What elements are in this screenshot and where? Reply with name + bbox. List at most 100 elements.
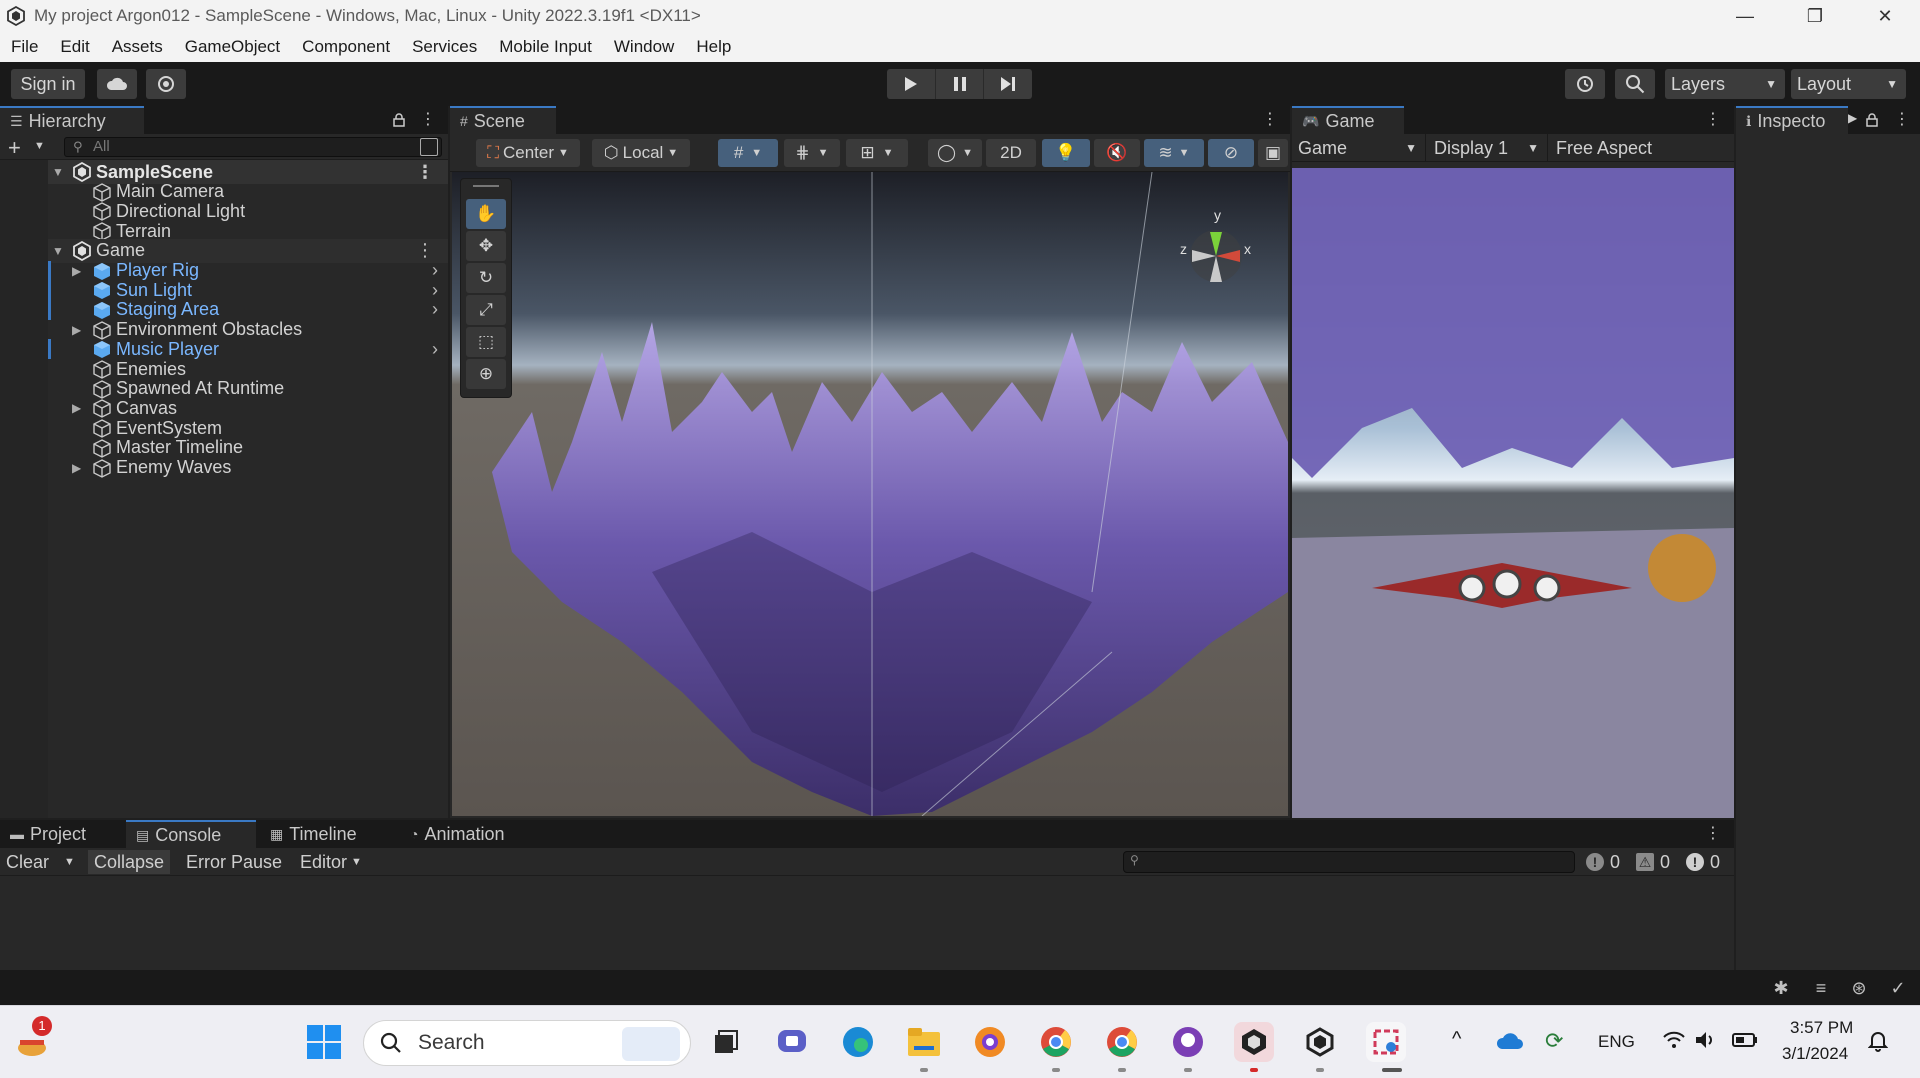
hierarchy-search-input[interactable]: ⚲ All (64, 137, 442, 157)
layout-dropdown[interactable]: Layout ▼ (1791, 69, 1906, 99)
pivot-center-dropdown[interactable]: ⛶ Center ▼ (476, 139, 580, 167)
github-desktop-icon[interactable] (1168, 1022, 1208, 1062)
maximize-button[interactable]: ❐ (1780, 0, 1850, 32)
menu-edit[interactable]: Edit (49, 37, 100, 57)
chevron-right-icon[interactable]: ▶ (72, 323, 84, 337)
tab-project[interactable]: ▬ Project (0, 820, 126, 848)
menu-services[interactable]: Services (401, 37, 488, 57)
clear-options-dropdown[interactable]: ▼ (58, 850, 82, 874)
menu-assets[interactable]: Assets (101, 37, 174, 57)
transform-tool-button[interactable]: ⊕ (466, 359, 506, 389)
undo-history-button[interactable] (1565, 69, 1605, 99)
editor-dropdown[interactable]: Editor ▼ (294, 850, 368, 874)
shading-mode-dropdown[interactable]: ◯ ▼ (928, 139, 982, 167)
display-dropdown[interactable]: Display 1 ▼ (1428, 134, 1548, 162)
unity-editor-taskbar-icon[interactable] (1234, 1022, 1274, 1062)
edge-browser-icon[interactable] (838, 1022, 878, 1062)
start-button[interactable] (304, 1022, 344, 1062)
kebab-menu-icon[interactable]: ⋮ (1705, 110, 1721, 130)
unity-hub-icon[interactable] (1300, 1022, 1340, 1062)
warning-count-toggle[interactable]: ⚠ 0 (1636, 850, 1670, 874)
show-hidden-icons-chevron-icon[interactable]: ^ (1452, 1028, 1461, 1051)
effects-toggle[interactable]: ≋ ▼ (1144, 139, 1204, 167)
chevron-right-icon[interactable]: ▶ (72, 264, 84, 278)
grid-plane-button[interactable]: ⊞ ▼ (846, 139, 908, 167)
collab-button[interactable] (146, 69, 186, 99)
debug-bug-icon[interactable]: ✱ (1770, 978, 1792, 1000)
scale-tool-button[interactable]: ⤢ (466, 295, 506, 325)
battery-icon[interactable] (1732, 1032, 1758, 1048)
chevron-down-icon[interactable]: ▼ (52, 244, 64, 258)
clear-button[interactable]: Clear (0, 850, 55, 874)
scene-viewport[interactable]: y x z ✋ ✥ ↻ ⤢ ⬚ ⊕ (452, 172, 1288, 816)
camera-settings-button[interactable]: ▣ (1258, 139, 1288, 167)
tab-animation[interactable]: ◔ Animation (400, 820, 550, 848)
lock-icon[interactable] (393, 113, 405, 127)
game-mode-dropdown[interactable]: Game ▼ (1292, 134, 1426, 162)
audio-toggle[interactable]: 🔇 (1094, 139, 1140, 167)
2d-toggle[interactable]: 2D (986, 139, 1036, 167)
menu-mobile-input[interactable]: Mobile Input (488, 37, 603, 57)
input-language[interactable]: ENG (1598, 1032, 1635, 1052)
error-pause-toggle[interactable]: Error Pause (180, 850, 288, 874)
aspect-dropdown[interactable]: Free Aspect (1550, 134, 1734, 162)
step-button[interactable] (984, 69, 1032, 99)
log-count-toggle[interactable]: ! 0 (1586, 850, 1620, 874)
rotate-tool-button[interactable]: ↻ (466, 263, 506, 293)
add-icon[interactable]: + (8, 135, 21, 161)
lock-icon[interactable] (1866, 113, 1878, 127)
menu-help[interactable]: Help (685, 37, 742, 57)
snap-increment-button[interactable]: ⋕ ▼ (784, 139, 840, 167)
progress-check-icon[interactable]: ✓ (1887, 978, 1909, 1000)
snipping-tool-icon[interactable] (1366, 1022, 1406, 1062)
console-search-input[interactable]: ⚲ (1123, 851, 1575, 873)
brave-browser-icon[interactable] (970, 1022, 1010, 1062)
chevron-down-icon[interactable]: ▼ (52, 165, 64, 179)
tab-hierarchy[interactable]: ☰ Hierarchy (0, 106, 144, 134)
tab-game[interactable]: 🎮 Game (1292, 106, 1404, 134)
volume-icon[interactable] (1694, 1030, 1716, 1050)
task-view-icon[interactable] (706, 1022, 746, 1062)
scene-visibility-icon[interactable] (420, 138, 438, 156)
error-count-toggle[interactable]: ! 0 (1686, 850, 1720, 874)
file-explorer-icon[interactable] (904, 1022, 944, 1062)
hierarchy-item[interactable]: ▶ Enemy Waves (0, 456, 448, 480)
wifi-icon[interactable] (1662, 1030, 1686, 1050)
play-button[interactable] (887, 69, 936, 99)
onedrive-icon[interactable] (1496, 1032, 1524, 1050)
sync-icon[interactable]: ⟳ (1545, 1028, 1563, 1054)
move-tool-button[interactable]: ✥ (466, 231, 506, 261)
auto-lighting-icon[interactable]: ⊛ (1848, 978, 1870, 1000)
collapse-toggle[interactable]: Collapse (88, 850, 171, 874)
teams-chat-icon[interactable] (772, 1022, 812, 1062)
cloud-button[interactable] (97, 69, 137, 99)
hand-tool-button[interactable]: ✋ (466, 199, 506, 229)
kebab-menu-icon[interactable]: ⋮ (1262, 110, 1278, 130)
close-button[interactable]: ✕ (1850, 0, 1920, 32)
layers-dropdown[interactable]: Layers ▼ (1665, 69, 1785, 99)
search-button[interactable] (1615, 69, 1655, 99)
notification-bell-icon[interactable] (1868, 1030, 1888, 1052)
chevron-right-icon[interactable]: ▶ (72, 461, 84, 475)
tab-scene[interactable]: # Scene (450, 106, 556, 134)
chevron-right-icon[interactable]: ▶ (1848, 111, 1857, 125)
clock-time[interactable]: 3:57 PM (1790, 1018, 1853, 1038)
space-local-dropdown[interactable]: ⬡ Local ▼ (592, 139, 690, 167)
menu-component[interactable]: Component (291, 37, 401, 57)
grid-snap-toggle[interactable]: # ▼ (718, 139, 778, 167)
clock-date[interactable]: 3/1/2024 (1782, 1044, 1848, 1064)
kebab-menu-icon[interactable]: ⋮ (1705, 824, 1721, 844)
menu-gameobject[interactable]: GameObject (174, 37, 291, 57)
menu-window[interactable]: Window (603, 37, 685, 57)
taskbar-search[interactable]: Search (363, 1020, 691, 1066)
chevron-right-icon[interactable]: ▶ (72, 401, 84, 415)
chrome-profile-1-icon[interactable] (1036, 1022, 1076, 1062)
lighting-toggle[interactable]: 💡 (1042, 139, 1090, 167)
tab-console[interactable]: ▤ Console (126, 820, 256, 848)
tab-timeline[interactable]: ▦ Timeline (260, 820, 400, 848)
visibility-toggle[interactable]: ⊘ (1208, 139, 1254, 167)
cache-server-icon[interactable]: ≡ (1810, 978, 1832, 1000)
kebab-menu-icon[interactable]: ⋮ (1894, 110, 1910, 130)
menu-file[interactable]: File (0, 37, 49, 57)
minimize-button[interactable]: — (1710, 0, 1780, 32)
